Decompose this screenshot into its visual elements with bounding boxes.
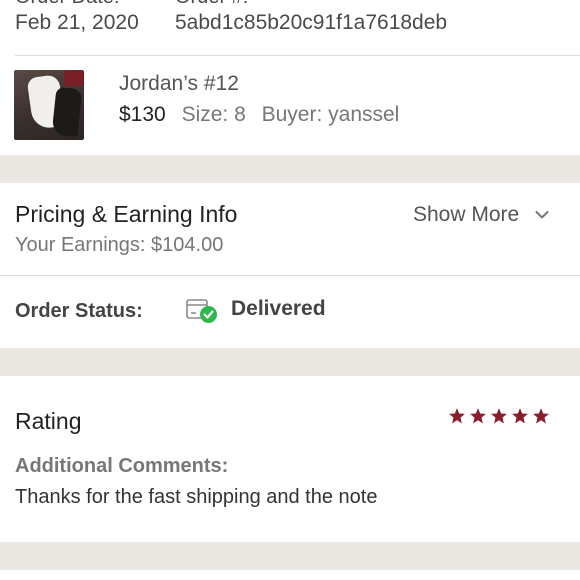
black-sneaker-shape	[51, 86, 83, 138]
star-icon	[449, 408, 465, 424]
next-section	[0, 570, 580, 580]
rating-title: Rating	[15, 408, 82, 434]
star-icon	[491, 408, 507, 424]
product-price: $130	[119, 103, 166, 126]
chevron-down-icon	[535, 211, 549, 219]
order-id: 5abd1c85b20c91f1a7618deb	[175, 11, 448, 34]
buyer-name: Buyer: yanssel	[261, 103, 400, 126]
section-spacer	[0, 155, 580, 183]
comment-text: Thanks for the fast shipping and the not…	[15, 486, 378, 508]
order-status-label: Order Status:	[15, 300, 143, 322]
shoe-box-detail	[64, 70, 84, 86]
star-icon	[533, 408, 549, 424]
order-date-label: Order Date:	[15, 0, 119, 9]
product-details: $130 Size: 8 Buyer: yanssel	[119, 103, 399, 127]
additional-comments-label: Additional Comments:	[15, 455, 229, 477]
order-details-section: Order Date: Order #: Feb 21, 2020 5abd1c…	[0, 0, 580, 155]
package-delivered-icon	[186, 299, 217, 323]
product-size: Size: 8	[181, 103, 246, 126]
divider	[0, 275, 580, 276]
pricing-title: Pricing & Earning Info	[15, 201, 238, 227]
earnings-text: Your Earnings: $104.00	[15, 234, 224, 256]
divider	[15, 55, 580, 56]
section-spacer	[0, 542, 580, 570]
order-status-value: Delivered	[231, 297, 326, 320]
order-id-label: Order #:	[175, 0, 248, 9]
star-icon	[512, 408, 528, 424]
product-name[interactable]: Jordan’s #12	[119, 72, 239, 96]
rating-stars	[448, 407, 550, 425]
star-icon	[470, 408, 486, 424]
order-date: Feb 21, 2020	[15, 11, 139, 34]
show-more-label: Show More	[413, 203, 520, 226]
show-more-button[interactable]: Show More	[413, 203, 549, 227]
product-thumbnail[interactable]	[14, 70, 84, 140]
section-spacer	[0, 348, 580, 376]
